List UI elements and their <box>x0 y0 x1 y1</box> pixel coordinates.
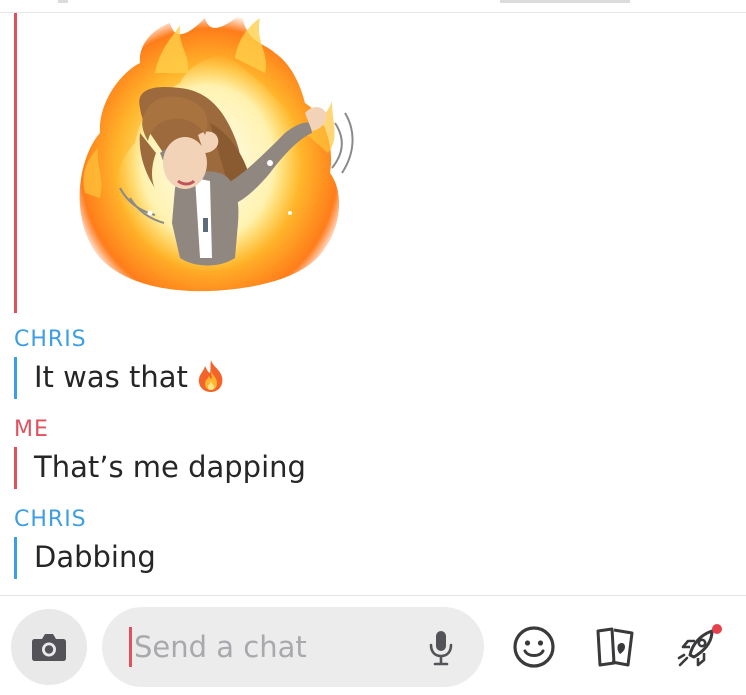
sender-name: ME <box>14 417 49 442</box>
microphone-icon[interactable] <box>428 629 454 667</box>
message-text: That’s me dapping <box>34 450 306 484</box>
message-text: Dabbing <box>34 540 156 574</box>
rocket-button[interactable] <box>674 622 724 672</box>
cards-icon <box>596 627 634 667</box>
emoji-button[interactable] <box>509 622 559 672</box>
sender-name: CHRIS <box>14 327 87 352</box>
chat-screen: CHRIS It was that ME That’s me dapping C… <box>0 0 746 695</box>
chat-input[interactable]: Send a chat <box>102 607 484 687</box>
sticker-message <box>0 13 746 313</box>
message-text: It was that <box>34 360 188 394</box>
sender-name: CHRIS <box>14 507 87 532</box>
cut-off-header-fragment <box>500 0 630 3</box>
chat-input-placeholder: Send a chat <box>134 630 307 664</box>
notification-dot <box>712 624 722 634</box>
cut-off-header-fragment <box>58 0 68 3</box>
compose-divider <box>0 595 746 596</box>
bitmoji-dab-fire-sticker[interactable] <box>60 13 360 303</box>
text-cursor <box>129 627 132 667</box>
message-text-row: It was that <box>34 357 226 403</box>
sender-bar-me <box>14 447 17 489</box>
cards-button[interactable] <box>590 622 640 672</box>
smiley-icon <box>513 626 555 668</box>
sender-bar-me <box>14 13 17 313</box>
camera-icon <box>32 634 66 661</box>
sender-bar-chris <box>14 357 17 399</box>
sender-bar-chris <box>14 537 17 579</box>
rocket-icon <box>677 624 722 667</box>
camera-button[interactable] <box>11 609 87 685</box>
fire-emoji <box>196 359 226 403</box>
